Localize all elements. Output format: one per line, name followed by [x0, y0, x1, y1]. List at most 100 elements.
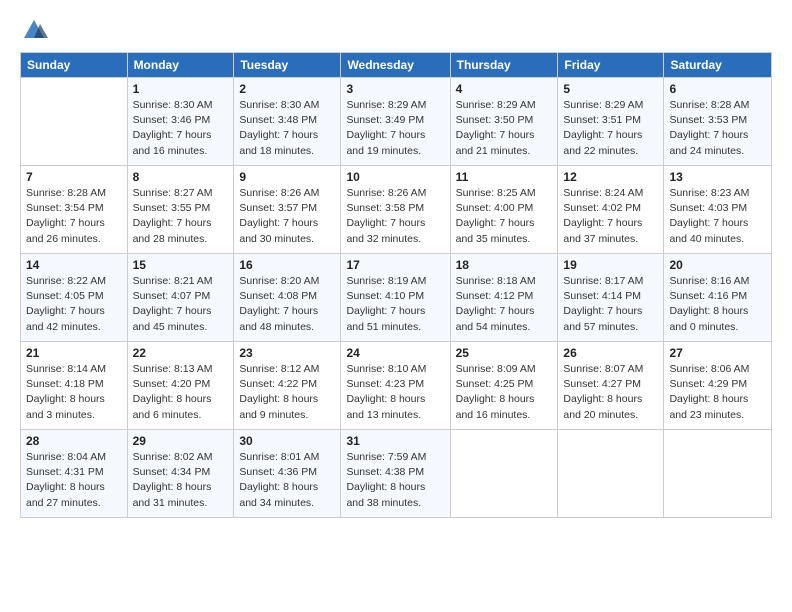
day-info: Sunrise: 8:28 AMSunset: 3:53 PMDaylight:… — [669, 98, 766, 159]
day-number: 23 — [239, 346, 335, 360]
day-number: 20 — [669, 258, 766, 272]
day-number: 12 — [563, 170, 658, 184]
day-number: 3 — [346, 82, 444, 96]
day-info: Sunrise: 8:30 AMSunset: 3:46 PMDaylight:… — [133, 98, 229, 159]
day-info: Sunrise: 8:24 AMSunset: 4:02 PMDaylight:… — [563, 186, 658, 247]
day-cell: 19 Sunrise: 8:17 AMSunset: 4:14 PMDayligh… — [558, 254, 664, 342]
day-number: 19 — [563, 258, 658, 272]
day-cell: 23 Sunrise: 8:12 AMSunset: 4:22 PMDayligh… — [234, 342, 341, 430]
day-cell: 9Sunrise: 8:26 AMSunset: 3:57 PMDaylight… — [234, 166, 341, 254]
day-number: 14 — [26, 258, 122, 272]
day-number: 15 — [133, 258, 229, 272]
day-cell: 25Sunrise: 8:09 AMSunset: 4:25 PMDayligh… — [450, 342, 558, 430]
day-cell — [21, 78, 128, 166]
day-number: 9 — [239, 170, 335, 184]
day-cell: 15 Sunrise: 8:21 AMSunset: 4:07 PMDayligh… — [127, 254, 234, 342]
day-info: Sunrise: 8:10 AMSunset: 4:23 PMDaylight:… — [346, 362, 444, 423]
day-number: 22 — [133, 346, 229, 360]
day-cell: 31 Sunrise: 7:59 AMSunset: 4:38 PMDayligh… — [341, 430, 450, 518]
day-info: Sunrise: 8:21 AMSunset: 4:07 PMDaylight:… — [133, 274, 229, 335]
day-info: Sunrise: 8:04 AMSunset: 4:31 PMDaylight:… — [26, 450, 122, 511]
day-number: 21 — [26, 346, 122, 360]
weekday-header-sunday: Sunday — [21, 53, 128, 78]
weekday-header-wednesday: Wednesday — [341, 53, 450, 78]
day-number: 6 — [669, 82, 766, 96]
day-info: Sunrise: 8:20 AMSunset: 4:08 PMDaylight:… — [239, 274, 335, 335]
day-info: Sunrise: 8:12 AMSunset: 4:22 PMDaylight:… — [239, 362, 335, 423]
weekday-header-tuesday: Tuesday — [234, 53, 341, 78]
day-cell: 4 Sunrise: 8:29 AMSunset: 3:50 PMDaylight… — [450, 78, 558, 166]
day-cell — [450, 430, 558, 518]
day-cell — [558, 430, 664, 518]
day-number: 18 — [456, 258, 553, 272]
day-info: Sunrise: 8:23 AMSunset: 4:03 PMDaylight:… — [669, 186, 766, 247]
day-cell: 3Sunrise: 8:29 AMSunset: 3:49 PMDaylight… — [341, 78, 450, 166]
day-number: 27 — [669, 346, 766, 360]
day-info: Sunrise: 8:25 AMSunset: 4:00 PMDaylight:… — [456, 186, 553, 247]
day-cell: 7 Sunrise: 8:28 AMSunset: 3:54 PMDaylight… — [21, 166, 128, 254]
day-info: Sunrise: 8:26 AMSunset: 3:58 PMDaylight:… — [346, 186, 444, 247]
day-cell: 29Sunrise: 8:02 AMSunset: 4:34 PMDayligh… — [127, 430, 234, 518]
day-cell: 13 Sunrise: 8:23 AMSunset: 4:03 PMDayligh… — [664, 166, 772, 254]
day-cell: 10 Sunrise: 8:26 AMSunset: 3:58 PMDayligh… — [341, 166, 450, 254]
day-number: 4 — [456, 82, 553, 96]
day-info: Sunrise: 8:30 AMSunset: 3:48 PMDaylight:… — [239, 98, 335, 159]
weekday-header-friday: Friday — [558, 53, 664, 78]
day-cell: 28 Sunrise: 8:04 AMSunset: 4:31 PMDayligh… — [21, 430, 128, 518]
day-number: 26 — [563, 346, 658, 360]
day-info: Sunrise: 8:28 AMSunset: 3:54 PMDaylight:… — [26, 186, 122, 247]
calendar-table: SundayMondayTuesdayWednesdayThursdayFrid… — [20, 52, 772, 518]
day-number: 31 — [346, 434, 444, 448]
week-row-3: 14 Sunrise: 8:22 AMSunset: 4:05 PMDayligh… — [21, 254, 772, 342]
calendar-body: 1 Sunrise: 8:30 AMSunset: 3:46 PMDaylight… — [21, 78, 772, 518]
day-cell: 11 Sunrise: 8:25 AMSunset: 4:00 PMDayligh… — [450, 166, 558, 254]
day-number: 25 — [456, 346, 553, 360]
day-info: Sunrise: 8:29 AMSunset: 3:50 PMDaylight:… — [456, 98, 553, 159]
day-info: Sunrise: 8:17 AMSunset: 4:14 PMDaylight:… — [563, 274, 658, 335]
day-number: 10 — [346, 170, 444, 184]
day-number: 11 — [456, 170, 553, 184]
day-cell: 30Sunrise: 8:01 AMSunset: 4:36 PMDayligh… — [234, 430, 341, 518]
day-number: 1 — [133, 82, 229, 96]
day-cell: 21 Sunrise: 8:14 AMSunset: 4:18 PMDayligh… — [21, 342, 128, 430]
day-number: 8 — [133, 170, 229, 184]
day-info: Sunrise: 8:27 AMSunset: 3:55 PMDaylight:… — [133, 186, 229, 247]
day-cell: 1 Sunrise: 8:30 AMSunset: 3:46 PMDaylight… — [127, 78, 234, 166]
day-cell: 2Sunrise: 8:30 AMSunset: 3:48 PMDaylight… — [234, 78, 341, 166]
header — [20, 16, 772, 44]
day-cell: 16Sunrise: 8:20 AMSunset: 4:08 PMDayligh… — [234, 254, 341, 342]
day-info: Sunrise: 8:19 AMSunset: 4:10 PMDaylight:… — [346, 274, 444, 335]
day-number: 24 — [346, 346, 444, 360]
day-number: 29 — [133, 434, 229, 448]
day-cell: 8 Sunrise: 8:27 AMSunset: 3:55 PMDaylight… — [127, 166, 234, 254]
day-info: Sunrise: 7:59 AMSunset: 4:38 PMDaylight:… — [346, 450, 444, 511]
logo-icon — [20, 16, 48, 44]
week-row-5: 28 Sunrise: 8:04 AMSunset: 4:31 PMDayligh… — [21, 430, 772, 518]
day-number: 28 — [26, 434, 122, 448]
day-info: Sunrise: 8:16 AMSunset: 4:16 PMDaylight:… — [669, 274, 766, 335]
day-info: Sunrise: 8:01 AMSunset: 4:36 PMDaylight:… — [239, 450, 335, 511]
day-cell: 26 Sunrise: 8:07 AMSunset: 4:27 PMDayligh… — [558, 342, 664, 430]
week-row-1: 1 Sunrise: 8:30 AMSunset: 3:46 PMDaylight… — [21, 78, 772, 166]
day-number: 17 — [346, 258, 444, 272]
day-cell: 18Sunrise: 8:18 AMSunset: 4:12 PMDayligh… — [450, 254, 558, 342]
day-info: Sunrise: 8:13 AMSunset: 4:20 PMDaylight:… — [133, 362, 229, 423]
day-info: Sunrise: 8:22 AMSunset: 4:05 PMDaylight:… — [26, 274, 122, 335]
day-cell: 6 Sunrise: 8:28 AMSunset: 3:53 PMDaylight… — [664, 78, 772, 166]
day-info: Sunrise: 8:14 AMSunset: 4:18 PMDaylight:… — [26, 362, 122, 423]
day-cell: 5Sunrise: 8:29 AMSunset: 3:51 PMDaylight… — [558, 78, 664, 166]
day-cell: 14 Sunrise: 8:22 AMSunset: 4:05 PMDayligh… — [21, 254, 128, 342]
day-info: Sunrise: 8:07 AMSunset: 4:27 PMDaylight:… — [563, 362, 658, 423]
calendar-container: SundayMondayTuesdayWednesdayThursdayFrid… — [0, 0, 792, 528]
weekday-header-thursday: Thursday — [450, 53, 558, 78]
day-cell — [664, 430, 772, 518]
day-cell: 17 Sunrise: 8:19 AMSunset: 4:10 PMDayligh… — [341, 254, 450, 342]
weekday-header-row: SundayMondayTuesdayWednesdayThursdayFrid… — [21, 53, 772, 78]
weekday-header-saturday: Saturday — [664, 53, 772, 78]
day-number: 7 — [26, 170, 122, 184]
day-info: Sunrise: 8:06 AMSunset: 4:29 PMDaylight:… — [669, 362, 766, 423]
day-info: Sunrise: 8:29 AMSunset: 3:51 PMDaylight:… — [563, 98, 658, 159]
day-number: 13 — [669, 170, 766, 184]
day-cell: 22 Sunrise: 8:13 AMSunset: 4:20 PMDayligh… — [127, 342, 234, 430]
day-cell: 20 Sunrise: 8:16 AMSunset: 4:16 PMDayligh… — [664, 254, 772, 342]
